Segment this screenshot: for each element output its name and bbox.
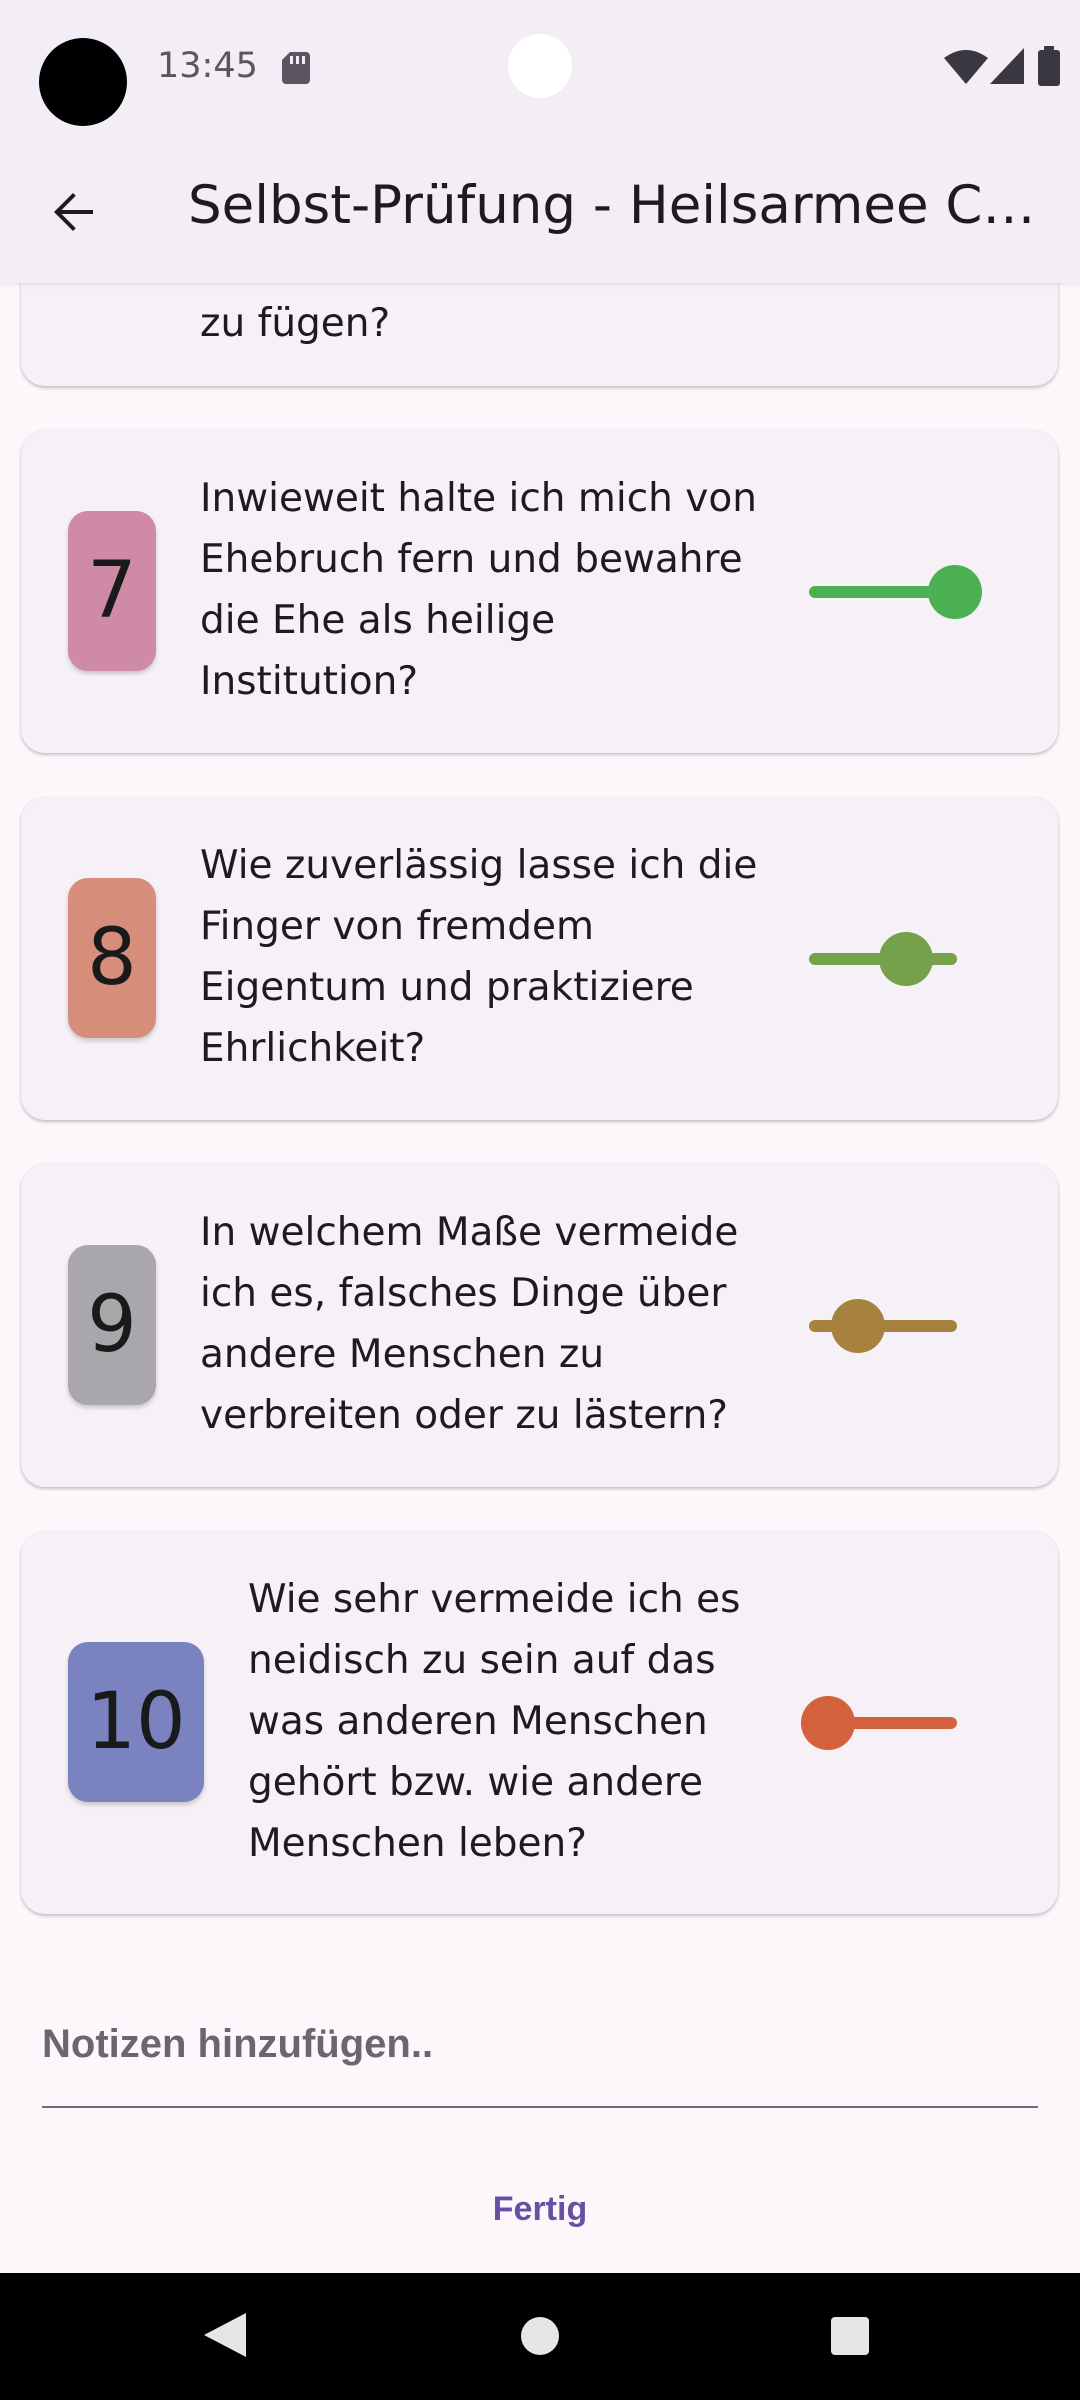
notes-placeholder: Notizen hinzufügen.. <box>42 2022 434 2066</box>
question-text: zu fügen? <box>200 301 391 346</box>
notes-input[interactable]: Notizen hinzufügen.. <box>42 1978 1038 2108</box>
rating-slider[interactable] <box>809 929 957 989</box>
question-text: Inwieweit halte ich mich von Ehebruch fe… <box>200 476 757 704</box>
question-number-badge: 7 <box>68 511 156 671</box>
rating-slider[interactable] <box>809 1296 957 1356</box>
status-time: 13:45 <box>157 46 258 86</box>
slider-thumb[interactable] <box>801 1696 855 1750</box>
rating-slider[interactable] <box>801 1693 957 1753</box>
question-number-badge: 10 <box>68 1642 204 1802</box>
nav-home-icon[interactable] <box>521 2317 559 2355</box>
question-text: In welchem Maße vermeide ich es, falsche… <box>200 1210 739 1438</box>
arrow-back-icon <box>54 193 93 231</box>
slider-thumb[interactable] <box>831 1299 885 1353</box>
page-title: Selbst-Prüfung - Heilsarmee Ch… <box>188 175 1048 236</box>
system-nav-bar <box>0 2273 1080 2400</box>
nav-back-icon[interactable] <box>204 2313 246 2357</box>
camera-punch-hole <box>508 34 572 98</box>
battery-icon <box>1038 46 1060 86</box>
question-text: Wie zuverlässig lasse ich die Finger von… <box>200 843 758 1071</box>
question-number-badge: 9 <box>68 1245 156 1405</box>
app-bar: Selbst-Prüfung - Heilsarmee Ch… <box>0 135 1080 283</box>
question-card-partial: zu fügen? <box>21 283 1058 386</box>
back-button[interactable] <box>40 179 106 245</box>
signal-icon <box>990 48 1024 84</box>
wifi-icon <box>944 50 988 84</box>
front-camera-cutout <box>39 38 127 126</box>
slider-thumb[interactable] <box>879 932 933 986</box>
nav-recents-icon[interactable] <box>831 2317 869 2355</box>
question-card-7: 7 Inwieweit halte ich mich von Ehebruch … <box>21 430 1058 753</box>
slider-thumb[interactable] <box>928 565 982 619</box>
done-button[interactable]: Fertig <box>440 2176 640 2242</box>
question-card-10: 10 Wie sehr vermeide ich es neidisch zu … <box>21 1531 1058 1914</box>
question-text: Wie sehr vermeide ich es neidisch zu sei… <box>248 1577 741 1866</box>
question-card-9: 9 In welchem Maße vermeide ich es, falsc… <box>21 1164 1058 1487</box>
question-list[interactable]: zu fügen? 7 Inwieweit halte ich mich von… <box>0 283 1080 2273</box>
status-bar: 13:45 <box>0 0 1080 135</box>
rating-slider[interactable] <box>809 562 982 622</box>
question-card-8: 8 Wie zuverlässig lasse ich die Finger v… <box>21 797 1058 1120</box>
sd-card-icon <box>282 52 310 84</box>
question-number-badge: 8 <box>68 878 156 1038</box>
